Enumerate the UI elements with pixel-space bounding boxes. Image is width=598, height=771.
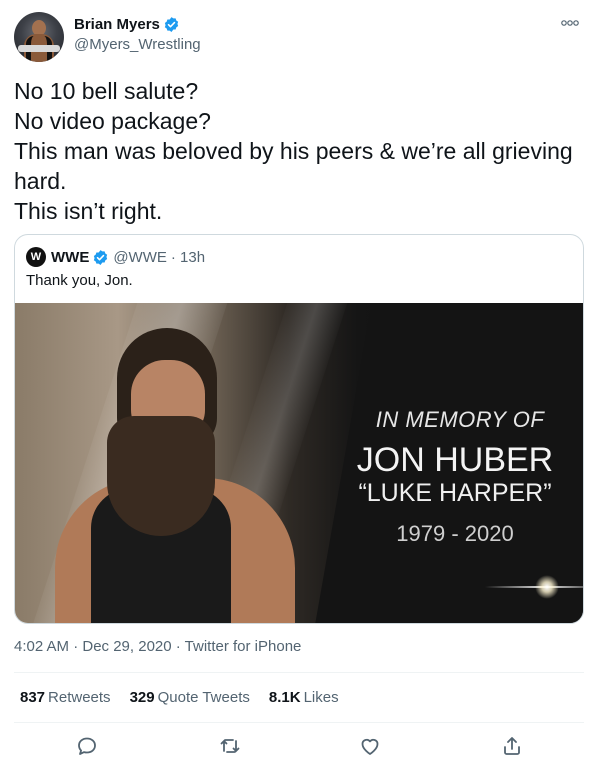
retweets-stat[interactable]: 837 Retweets — [20, 689, 111, 706]
quoted-display-name: WWE — [51, 248, 90, 266]
author-display-name[interactable]: Brian Myers — [74, 16, 160, 33]
author-name-row: Brian Myers — [74, 16, 180, 33]
memorial-name: JON HUBER — [356, 441, 554, 479]
author-handle[interactable]: @Myers_Wrestling — [74, 36, 201, 53]
quoted-tweet-header: W WWE @WWE · 13h — [26, 247, 205, 267]
memorial-years: 1979 - 2020 — [396, 521, 514, 546]
tweet-header: Brian Myers @Myers_Wrestling — [14, 12, 584, 62]
quote-tweets-stat[interactable]: 329 Quote Tweets — [130, 689, 250, 706]
likes-count: 8.1K — [268, 689, 301, 706]
more-options-icon[interactable] — [560, 16, 580, 30]
likes-stat[interactable]: 8.1K Likes — [269, 689, 339, 706]
share-icon[interactable] — [500, 734, 524, 758]
divider — [14, 672, 584, 673]
quoted-media-image[interactable]: IN MEMORY OF JON HUBER “LUKE HARPER” 197… — [15, 303, 583, 623]
tweet-text: No 10 bell salute? No video package? Thi… — [14, 76, 584, 226]
tweet-line: No video package? — [14, 108, 211, 134]
verified-badge-icon — [94, 249, 108, 265]
retweets-count: 837 — [20, 689, 46, 706]
author-avatar[interactable] — [14, 12, 64, 62]
divider — [14, 722, 584, 723]
retweet-icon[interactable] — [218, 734, 242, 758]
quoted-handle: @WWE — [113, 248, 167, 266]
tweet-line: No 10 bell salute? — [14, 78, 199, 104]
tweet-line: This isn’t right. — [14, 198, 163, 224]
likes-label: Likes — [303, 689, 339, 706]
like-icon[interactable] — [358, 734, 382, 758]
wwe-logo-icon[interactable]: W — [26, 247, 46, 267]
tweet-line: This man was beloved by his peers & we’r… — [14, 138, 573, 164]
tweet-actions — [0, 734, 598, 762]
retweets-label: Retweets — [48, 689, 111, 706]
memorial-ring-name: “LUKE HARPER” — [358, 479, 552, 507]
quoted-tweet[interactable]: W WWE @WWE · 13h Thank you, Jon. IN MEMO… — [14, 234, 584, 624]
quoted-time: · 13h — [170, 248, 206, 266]
memorial-heading: IN MEMORY OF — [375, 407, 545, 432]
portrait-image — [55, 328, 295, 623]
verified-badge-icon — [164, 17, 179, 32]
tweet-line: hard. — [14, 168, 67, 194]
tweet-timestamp[interactable]: 4:02 AM · Dec 29, 2020 · Twitter for iPh… — [14, 638, 301, 655]
reply-icon[interactable] — [75, 734, 99, 758]
quoted-tweet-text: Thank you, Jon. — [26, 272, 133, 289]
quotes-label: Quote Tweets — [157, 689, 250, 706]
tweet-stats: 837 Retweets 329 Quote Tweets 8.1K Likes — [20, 689, 358, 706]
quotes-count: 329 — [129, 689, 155, 706]
